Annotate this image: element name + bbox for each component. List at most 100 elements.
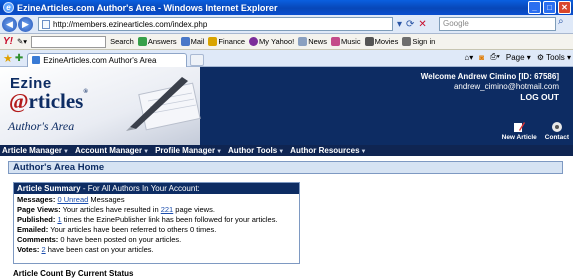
menu-label: Author Resources (290, 146, 360, 155)
yahoo-music-button[interactable]: Music (330, 37, 361, 46)
yahoo-logo-icon[interactable]: Y! (3, 36, 13, 47)
window-controls: _ □ ✕ (528, 1, 571, 14)
logout-link[interactable]: LOG OUT (421, 92, 559, 102)
forward-button[interactable]: ▶ (18, 16, 33, 32)
refresh-icon[interactable]: ⟳ (406, 19, 414, 30)
row-text: Your articles have resulted in (60, 205, 161, 214)
published-row: Published: 1 times the EzinePublisher li… (17, 215, 296, 225)
fountain-pen-icon (126, 77, 201, 131)
yahoo-search-button[interactable]: Search (110, 37, 134, 46)
page-views-row: Page Views: Your articles have resulted … (17, 205, 296, 215)
feeds-icon[interactable]: ◙ (479, 53, 484, 62)
home-icon[interactable]: ⌂▾ (464, 53, 473, 62)
stop-icon[interactable]: ✕ (418, 19, 426, 30)
new-article-button[interactable]: New Article (502, 121, 537, 141)
search-input[interactable]: Google (439, 17, 556, 31)
main-menu: Article Manager▼ Account Manager▼ Profil… (0, 145, 573, 156)
finance-icon (208, 37, 218, 46)
menu-author-tools[interactable]: Author Tools▼ (228, 146, 284, 155)
yahoo-myyahoo-button[interactable]: My Yahoo! (249, 37, 294, 46)
menu-profile-manager[interactable]: Profile Manager▼ (155, 146, 222, 155)
page-menu-label: Page (505, 52, 525, 62)
yahoo-pencil-icon[interactable]: ✎▾ (17, 37, 27, 46)
new-article-label: New Article (501, 134, 537, 141)
new-tab-button[interactable] (190, 53, 205, 66)
address-bar-row: ◀ ▶ http://members.ezinearticles.com/ind… (0, 15, 573, 34)
row-text: have been cast on your articles. (45, 245, 154, 254)
row-text: page views. (173, 205, 215, 214)
yahoo-mail-button[interactable]: Mail (180, 37, 204, 46)
summary-title: Article Summary (17, 184, 81, 193)
favorites-star-icon[interactable]: ★ (3, 52, 13, 65)
contact-button[interactable]: Contact (545, 121, 569, 141)
page-views-link[interactable]: 221 (161, 205, 174, 214)
page-menu[interactable]: Page ▾ (506, 53, 531, 62)
site-logo[interactable]: Ezine @rticles® Author's Area (0, 67, 201, 145)
menu-article-manager[interactable]: Article Manager▼ (2, 146, 69, 155)
logo-at-sign: @ (9, 89, 29, 113)
chevron-down-icon: ▼ (63, 149, 69, 155)
yahoo-toolbar: Y! ✎▾ Search Answers Mail Finance My Yah… (0, 34, 573, 50)
dropdown-icon[interactable]: ▾ (397, 19, 402, 30)
yahoo-news-button[interactable]: News (298, 37, 327, 46)
command-bar: ⌂▾ ◙ ⎙▾ Page ▾ ⚙ Tools ▾ (464, 52, 571, 62)
logo-articles-rest: rticles (28, 89, 84, 113)
search-icon[interactable]: ⌕ (558, 16, 564, 27)
yahoo-signin-button[interactable]: Sign in (402, 37, 435, 46)
menu-label: Account Manager (74, 146, 143, 155)
window-titlebar: e EzineArticles.com Author's Area - Wind… (0, 0, 573, 15)
summary-subtitle: - For All Authors In Your Account: (80, 184, 200, 193)
chevron-down-icon: ▼ (278, 149, 285, 155)
messages-row: Messages: 0 Unread Messages (17, 195, 296, 205)
new-article-icon (514, 122, 526, 132)
page-title: Author's Area Home (8, 161, 563, 174)
article-summary-panel: Article Summary - For All Authors In You… (13, 182, 300, 264)
page-icon (42, 19, 50, 29)
mail-icon (180, 37, 190, 46)
add-favorite-icon[interactable]: ✚ (15, 53, 23, 64)
article-summary-header: Article Summary - For All Authors In You… (14, 183, 299, 194)
minimize-button[interactable]: _ (528, 1, 541, 14)
row-label: Emailed: (17, 225, 49, 234)
music-icon (330, 37, 340, 46)
row-label: Published: (17, 215, 56, 224)
chevron-down-icon: ▼ (143, 149, 150, 155)
row-text: times the EzinePublisher link has been f… (61, 215, 278, 224)
tools-menu-label: Tools (546, 52, 565, 62)
yahoo-answers-button[interactable]: Answers (137, 37, 177, 46)
welcome-text: Welcome Andrew Cimino [ID: 67586] (420, 72, 559, 81)
unread-messages-link[interactable]: 0 Unread (57, 195, 88, 204)
web-page: Ezine @rticles® Author's Area Welcome An… (0, 67, 573, 280)
tab-active[interactable]: EzineArticles.com Author's Area (27, 52, 188, 67)
row-text: Your articles have been referred to othe… (48, 225, 217, 234)
logo-articles-text: @rticles® (9, 89, 88, 114)
menu-label: Article Manager (2, 146, 63, 155)
back-button[interactable]: ◀ (2, 16, 17, 32)
print-icon[interactable]: ⎙▾ (490, 52, 500, 62)
logo-registered-mark: ® (83, 89, 88, 95)
emailed-row: Emailed: Your articles have been referre… (17, 225, 296, 235)
menu-label: Profile Manager (155, 146, 216, 155)
ie-logo-icon: e (3, 2, 14, 13)
comments-row: Comments: 0 have been posted on your art… (17, 235, 296, 245)
close-button[interactable]: ✕ (558, 1, 571, 14)
yahoo-search-input[interactable] (31, 35, 107, 48)
welcome-block: Welcome Andrew Cimino [ID: 67586] andrew… (421, 72, 559, 102)
yahoo-finance-button[interactable]: Finance (208, 37, 245, 46)
row-text: 0 have been posted on your articles. (58, 235, 182, 244)
user-email: andrew_cimino@hotmail.com (453, 82, 559, 91)
menu-account-manager[interactable]: Account Manager▼ (75, 146, 149, 155)
menu-author-resources[interactable]: Author Resources▼ (290, 146, 366, 155)
logo-authors-area-text: Author's Area (8, 119, 75, 133)
yahoo-movies-button[interactable]: Movies (364, 37, 398, 46)
address-actions: ▾ ⟳ ✕ (397, 19, 427, 30)
summary-rows: Messages: 0 Unread Messages Page Views: … (14, 194, 299, 256)
menu-label: Author Tools (228, 146, 278, 155)
maximize-button[interactable]: □ (543, 1, 556, 14)
chevron-down-icon: ▼ (360, 149, 367, 155)
row-label: Messages: (17, 195, 56, 204)
chevron-down-icon: ▼ (216, 149, 223, 155)
tab-bar: ★ ✚ EzineArticles.com Author's Area ⌂▾ ◙… (0, 50, 573, 67)
tools-menu[interactable]: ⚙ Tools ▾ (537, 53, 571, 62)
address-input[interactable]: http://members.ezinearticles.com/index.p… (38, 17, 393, 31)
